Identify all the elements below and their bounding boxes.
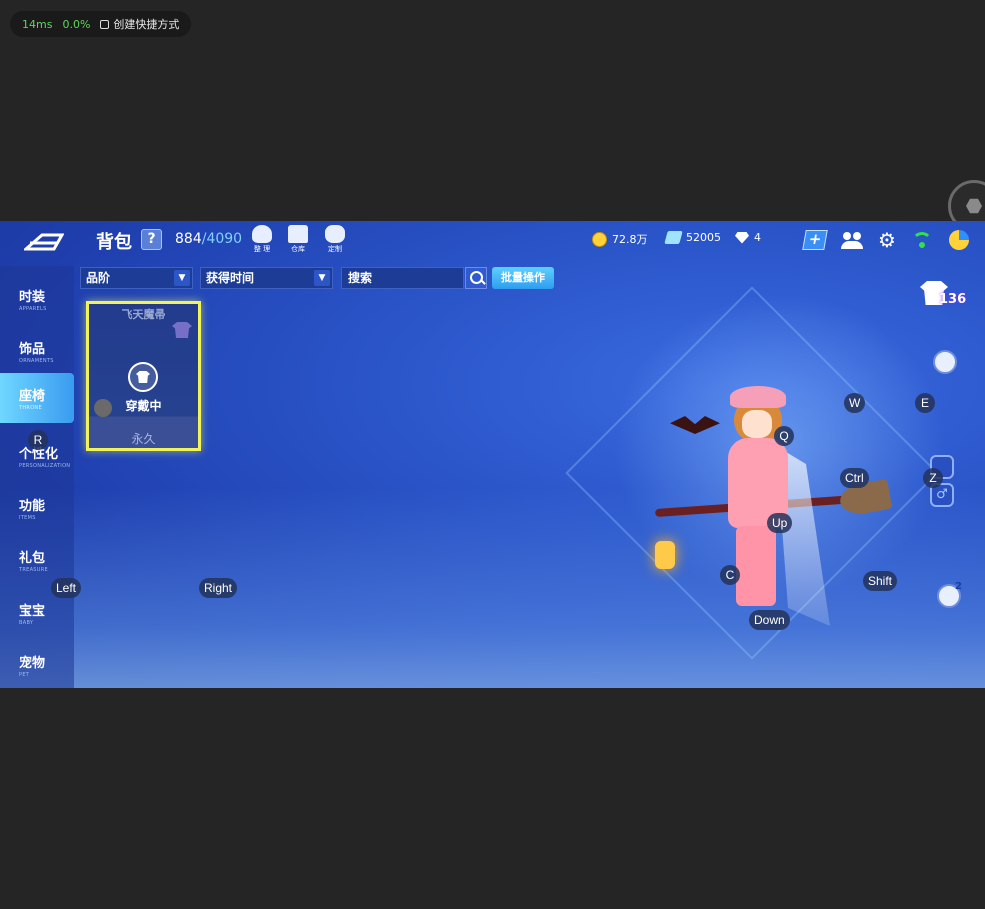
wearing-icon (128, 362, 158, 392)
ticket-icon (664, 231, 683, 244)
perf-overlay: 14ms 0.0% 创建快捷方式 (10, 11, 192, 37)
ticket-amount: 52005 (686, 231, 721, 244)
key-hint-r[interactable]: R (28, 430, 48, 450)
coin-icon (592, 231, 607, 247)
coin-balance: 72.8万 (592, 231, 648, 247)
item-duration: 永久 (131, 432, 156, 446)
time-dropdown-label: 获得时间 (206, 271, 255, 285)
character-legs (736, 526, 776, 606)
page-title: 背包 (96, 232, 132, 253)
chevron-down-icon: ▼ (174, 270, 190, 286)
sidebar-item-sublabel: BABY (19, 620, 34, 626)
organize-icon (252, 225, 272, 243)
sidebar-item-sublabel: PERSONALIZATION (19, 463, 71, 469)
sidebar-item-sublabel: APPARELS (19, 306, 47, 312)
item-status: 穿戴中 (125, 399, 162, 413)
item-card[interactable]: 飞天魔帚 穿戴中 永久 (86, 301, 201, 451)
chevron-down-icon: ▼ (314, 270, 330, 286)
bag-cap: /4090 (201, 231, 243, 247)
wardrobe-icon[interactable]: 2 (937, 581, 962, 608)
customize-button[interactable]: 定制 (323, 225, 347, 255)
friends-icon[interactable] (841, 230, 863, 250)
organize-label: 整 理 (253, 245, 271, 253)
sidebar-item-label: 宠物 (19, 656, 46, 671)
sidebar-item-pet[interactable]: 宠物 PET (0, 640, 74, 688)
character-hat (730, 386, 786, 408)
customize-icon (325, 225, 345, 243)
battery-icon (949, 230, 969, 250)
outfit-count: 136 (939, 292, 967, 307)
key-hint-left[interactable]: Left (51, 578, 82, 598)
help-button[interactable]: ? (141, 229, 162, 250)
sidebar-item-ornaments[interactable]: 饰品 ORNAMENTS (0, 326, 74, 376)
warehouse-button[interactable]: 仓库 (286, 225, 310, 255)
sidebar-item-label: 时装 (19, 290, 46, 305)
category-sidebar: 时装 APPARELS 饰品 ORNAMENTS 座椅 THRONE 个性化 P… (0, 266, 74, 688)
search-icon[interactable] (465, 267, 487, 289)
key-hint-q[interactable]: Q (774, 426, 794, 446)
shortcut-icon (100, 19, 110, 29)
game-viewport[interactable]: 背包 ? 884/4090 整 理 仓库 定制 72.8万 52005 4 + … (0, 221, 985, 688)
key-hint-e[interactable]: E (915, 393, 935, 413)
key-hint-up[interactable]: Up (767, 513, 793, 533)
player-character[interactable] (700, 386, 830, 646)
customize-label: 定制 (328, 245, 342, 253)
sidebar-item-sublabel: THRONE (19, 405, 42, 411)
sidebar-item-sublabel: ITEMS (19, 515, 36, 521)
sidebar-item-items[interactable]: 功能 ITEMS (0, 483, 74, 533)
recharge-button[interactable]: + (802, 230, 828, 250)
grade-dropdown-label: 品阶 (86, 271, 111, 285)
sidebar-item-label: 功能 (19, 499, 46, 514)
key-hint-right[interactable]: Right (199, 578, 238, 598)
lantern-decoration (655, 541, 675, 569)
sidebar-item-sublabel: TREASURE (19, 567, 48, 573)
diamond-amount: 4 (754, 231, 761, 244)
sidebar-item-sublabel: ORNAMENTS (19, 358, 54, 364)
wardrobe-badge: 2 (955, 581, 962, 592)
sidebar-item-apparels[interactable]: 时装 APPARELS (0, 274, 74, 324)
key-hint-ctrl[interactable]: Ctrl (840, 468, 869, 488)
sidebar-item-label: 饰品 (19, 342, 46, 357)
latency-readout: 14ms (22, 17, 53, 31)
batch-operation-button[interactable]: 批量操作 (492, 267, 554, 289)
create-shortcut-button[interactable]: 创建快捷方式 (100, 16, 179, 32)
time-dropdown[interactable]: 获得时间 ▼ (200, 267, 333, 289)
sofa-icon[interactable] (933, 350, 957, 374)
apparel-icon (172, 322, 192, 338)
settings-gear-icon[interactable]: ⚙ (876, 230, 898, 250)
sidebar-item-label: 礼包 (19, 551, 46, 566)
sidebar-item-sublabel: PET (19, 672, 30, 678)
game-logo-icon (24, 233, 64, 251)
key-hint-z[interactable]: Z (923, 468, 943, 488)
sidebar-item-label: 座椅 (19, 389, 46, 404)
warehouse-label: 仓库 (291, 245, 305, 253)
warehouse-icon (288, 225, 308, 243)
character-face (742, 410, 772, 438)
diamond-balance: 4 (735, 231, 761, 244)
key-hint-shift[interactable]: Shift (863, 571, 898, 591)
create-shortcut-label: 创建快捷方式 (113, 18, 180, 31)
grade-dropdown[interactable]: 品阶 ▼ (80, 267, 193, 289)
organize-button[interactable]: 整 理 (250, 225, 274, 255)
key-hint-down[interactable]: Down (749, 610, 790, 630)
item-name: 飞天魔帚 (121, 308, 166, 321)
wifi-icon (911, 230, 933, 250)
bag-capacity: 884/4090 (175, 231, 242, 247)
coin-amount: 72.8万 (612, 233, 648, 246)
loss-readout: 0.0% (62, 17, 91, 31)
search-input[interactable] (341, 267, 464, 289)
sidebar-item-label: 宝宝 (19, 604, 46, 619)
key-hint-c[interactable]: C (720, 565, 740, 585)
key-hint-w[interactable]: W (844, 393, 866, 413)
bag-used: 884 (175, 231, 202, 247)
diamond-icon (735, 231, 749, 244)
sidebar-item-throne[interactable]: 座椅 THRONE (0, 373, 74, 423)
ticket-balance: 52005 (664, 231, 721, 244)
